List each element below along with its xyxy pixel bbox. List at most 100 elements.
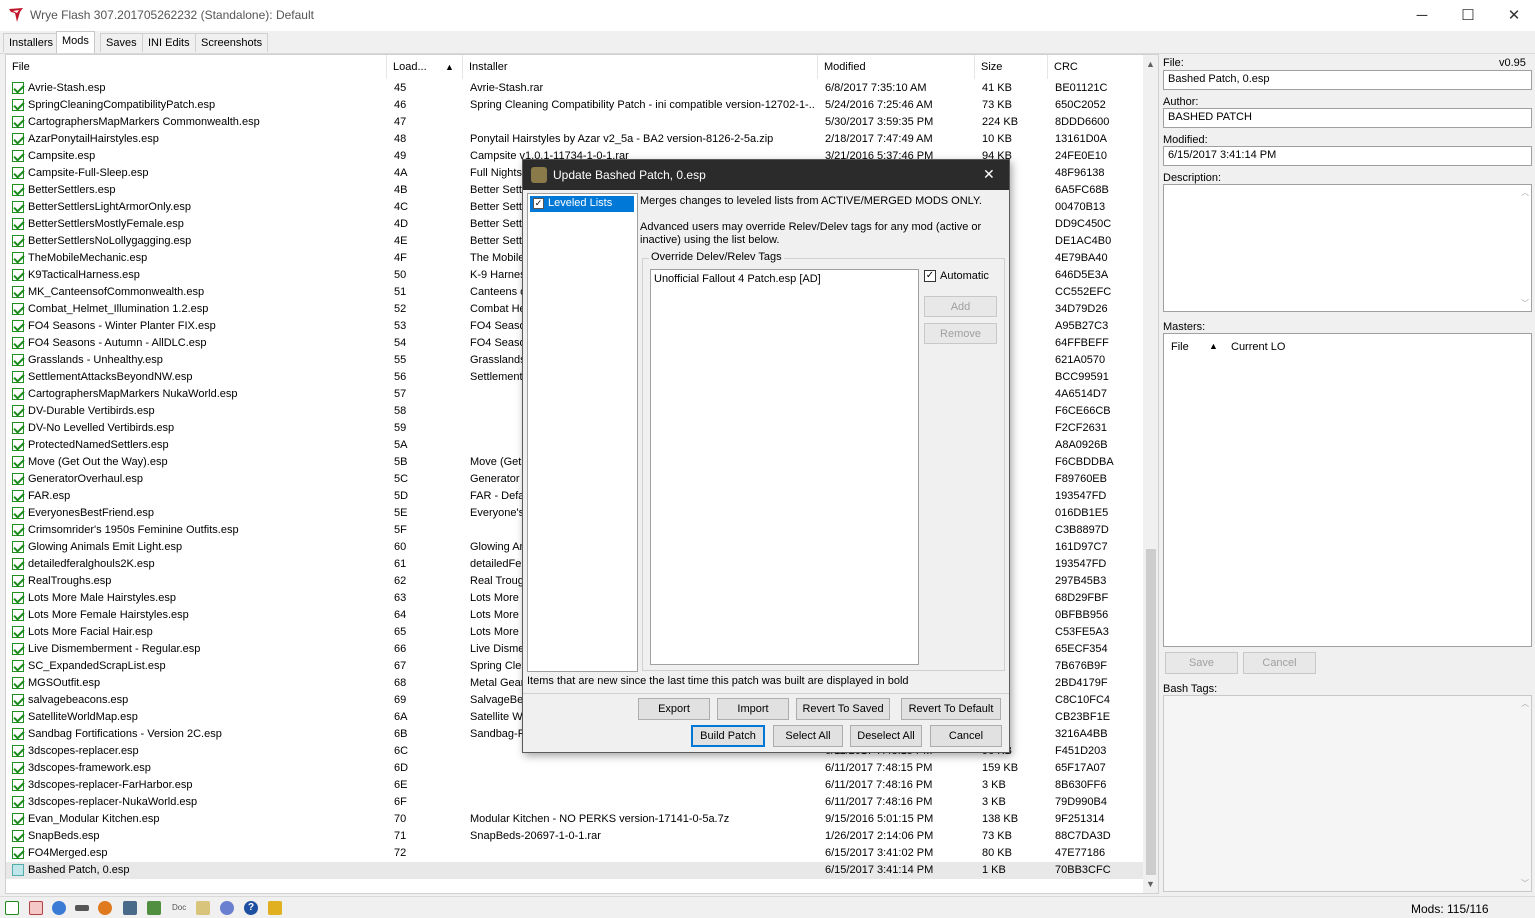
- mod-active-checkbox[interactable]: [12, 813, 24, 825]
- mod-row[interactable]: Bashed Patch, 0.esp 6/15/2017 3:41:14 PM 1…: [6, 862, 1144, 879]
- blender-icon[interactable]: [98, 901, 112, 915]
- mod-active-checkbox[interactable]: [12, 167, 24, 179]
- bash-tags-list[interactable]: ︿ ﹀: [1163, 695, 1532, 892]
- mod-active-checkbox[interactable]: [12, 541, 24, 553]
- override-mod-item[interactable]: Unofficial Fallout 4 Patch.esp [AD]: [654, 273, 821, 285]
- tab-installers[interactable]: Installers: [3, 33, 60, 52]
- mod-row[interactable]: 3dscopes-replacer-NukaWorld.esp 6F 6/11/20…: [6, 794, 1144, 811]
- mods-list-scroll-thumb[interactable]: [1146, 549, 1156, 875]
- column-header-size[interactable]: Size: [975, 55, 1048, 79]
- mod-row[interactable]: CartographersMapMarkers Commonwealth.esp…: [6, 114, 1144, 131]
- file-name-field[interactable]: Bashed Patch, 0.esp: [1163, 70, 1532, 90]
- mod-active-checkbox[interactable]: [12, 847, 24, 859]
- maximize-button[interactable]: ☐: [1445, 0, 1491, 31]
- revert-to-default-button[interactable]: Revert To Default: [901, 698, 1001, 720]
- mod-active-checkbox[interactable]: [12, 728, 24, 740]
- author-field[interactable]: BASHED PATCH: [1163, 108, 1532, 128]
- check-all-icon[interactable]: [5, 901, 19, 915]
- mod-active-checkbox[interactable]: [12, 388, 24, 400]
- mod-active-checkbox[interactable]: [12, 218, 24, 230]
- mod-active-checkbox[interactable]: [12, 779, 24, 791]
- column-header-crc[interactable]: CRC: [1048, 55, 1144, 79]
- mod-active-checkbox[interactable]: [12, 320, 24, 332]
- mod-active-checkbox[interactable]: [12, 490, 24, 502]
- automatic-checkbox[interactable]: ✓: [924, 270, 936, 282]
- checkbox-checked-icon[interactable]: ✓: [533, 198, 544, 209]
- doc-browser-icon[interactable]: Doc: [172, 903, 186, 912]
- masters-list[interactable]: File ▲ Current LO: [1163, 333, 1532, 647]
- close-window-button[interactable]: ✕: [1491, 0, 1535, 31]
- scroll-down-icon[interactable]: ﹀: [1521, 298, 1529, 309]
- patcher-item-leveled-lists[interactable]: ✓ Leveled Lists: [530, 196, 634, 212]
- help-icon[interactable]: ?: [244, 901, 258, 915]
- mod-active-checkbox[interactable]: [12, 507, 24, 519]
- mod-active-checkbox[interactable]: [12, 184, 24, 196]
- browser-icon[interactable]: [52, 901, 66, 915]
- modified-field[interactable]: 6/15/2017 3:41:14 PM: [1163, 146, 1532, 166]
- description-textarea[interactable]: ︿ ﹀: [1163, 184, 1532, 312]
- mod-row[interactable]: SpringCleaningCompatibilityPatch.esp 46 Sp…: [6, 97, 1144, 114]
- column-header-modified[interactable]: Modified: [818, 55, 975, 79]
- cancel-patch-button[interactable]: Cancel: [930, 725, 1002, 747]
- mod-active-checkbox[interactable]: [12, 643, 24, 655]
- mod-active-checkbox[interactable]: [12, 201, 24, 213]
- settings-icon[interactable]: [220, 901, 234, 915]
- mod-row[interactable]: 3dscopes-framework.esp 6D 6/11/2017 7:48:1…: [6, 760, 1144, 777]
- minimize-button[interactable]: ─: [1399, 0, 1445, 31]
- mod-active-checkbox[interactable]: [12, 558, 24, 570]
- revert-to-saved-button[interactable]: Revert To Saved: [796, 698, 890, 720]
- mod-active-checkbox[interactable]: [12, 116, 24, 128]
- mod-active-checkbox[interactable]: [12, 286, 24, 298]
- mod-active-checkbox[interactable]: [12, 439, 24, 451]
- mod-active-checkbox[interactable]: [12, 269, 24, 281]
- mod-active-checkbox[interactable]: [12, 660, 24, 672]
- scroll-down-icon[interactable]: ﹀: [1521, 878, 1529, 889]
- mod-active-checkbox[interactable]: [12, 252, 24, 264]
- mod-active-checkbox[interactable]: [12, 524, 24, 536]
- mod-active-checkbox[interactable]: [12, 762, 24, 774]
- save-button[interactable]: Save: [1165, 652, 1238, 674]
- deselect-all-button[interactable]: Deselect All: [850, 725, 922, 747]
- mod-active-checkbox[interactable]: [12, 150, 24, 162]
- mod-active-checkbox[interactable]: [12, 677, 24, 689]
- mod-active-checkbox[interactable]: [12, 99, 24, 111]
- scroll-up-icon[interactable]: ︿: [1521, 187, 1529, 198]
- tool-icon[interactable]: [75, 905, 89, 911]
- mod-row[interactable]: Evan_Modular Kitchen.esp 70 Modular Kitche…: [6, 811, 1144, 828]
- mod-active-checkbox[interactable]: [12, 711, 24, 723]
- mod-row[interactable]: SnapBeds.esp 71 SnapBeds-20697-1-0-1.rar 1/…: [6, 828, 1144, 845]
- mod-active-checkbox[interactable]: [12, 592, 24, 604]
- mod-active-checkbox[interactable]: [12, 371, 24, 383]
- scroll-down-icon[interactable]: ▼: [1146, 879, 1155, 889]
- scroll-up-icon[interactable]: ︿: [1521, 698, 1529, 709]
- select-all-button[interactable]: Select All: [773, 725, 843, 747]
- build-patch-button[interactable]: Build Patch: [691, 725, 765, 747]
- mod-active-checkbox[interactable]: [12, 745, 24, 757]
- uncheck-all-icon[interactable]: [29, 901, 43, 915]
- override-mods-list[interactable]: Unofficial Fallout 4 Patch.esp [AD]: [650, 269, 919, 665]
- mod-active-checkbox[interactable]: [12, 405, 24, 417]
- cancel-button[interactable]: Cancel: [1243, 652, 1316, 674]
- mod-row[interactable]: FO4Merged.esp 72 6/15/2017 3:41:02 PM 80 KB…: [6, 845, 1144, 862]
- mod-active-checkbox[interactable]: [12, 235, 24, 247]
- tab-screenshots[interactable]: Screenshots: [195, 33, 269, 52]
- mod-active-checkbox[interactable]: [12, 456, 24, 468]
- tab-saves[interactable]: Saves: [100, 33, 143, 52]
- mod-row[interactable]: Avrie-Stash.esp 45 Avrie-Stash.rar 6/8/2017…: [6, 80, 1144, 97]
- column-header-load-order[interactable]: Load... ▲: [387, 55, 463, 79]
- export-button[interactable]: Export: [638, 698, 710, 720]
- mod-active-checkbox[interactable]: [12, 422, 24, 434]
- tab-mods[interactable]: Mods: [56, 31, 95, 53]
- patch-status-icon[interactable]: [12, 864, 24, 876]
- folder-icon[interactable]: [268, 901, 282, 915]
- dialog-close-button[interactable]: ✕: [983, 166, 995, 183]
- mod-active-checkbox[interactable]: [12, 82, 24, 94]
- mod-row[interactable]: 3dscopes-replacer-FarHarbor.esp 6E 6/11/20…: [6, 777, 1144, 794]
- mod-active-checkbox[interactable]: [12, 303, 24, 315]
- add-button[interactable]: Add: [924, 296, 997, 317]
- mod-active-checkbox[interactable]: [12, 796, 24, 808]
- mod-active-checkbox[interactable]: [12, 626, 24, 638]
- paint-icon[interactable]: [147, 901, 161, 915]
- scroll-up-icon[interactable]: ▲: [1146, 59, 1155, 69]
- mod-row[interactable]: AzarPonytailHairstyles.esp 48 Ponytail Hai…: [6, 131, 1144, 148]
